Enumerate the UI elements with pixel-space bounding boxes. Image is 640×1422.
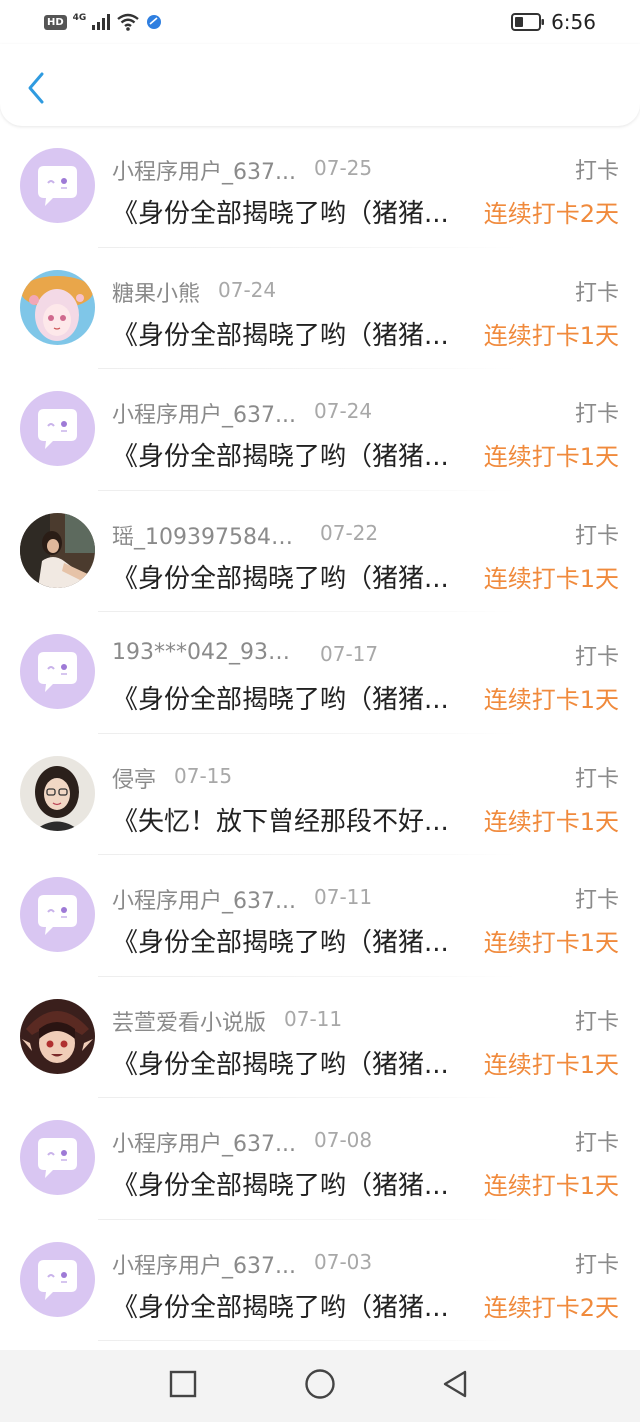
home-button[interactable]: [302, 1368, 338, 1404]
user-name[interactable]: 小程序用户_637...: [112, 1248, 296, 1280]
recent-apps-icon: [169, 1370, 197, 1402]
app-screen: HD 4G 6:56 小程序用户_637... 07-25 打卡 《身份全部揭晓…: [0, 0, 640, 1422]
checkin-date: 07-17: [320, 642, 379, 666]
book-title[interactable]: 《身份全部揭晓了哟（猪猪...: [112, 922, 464, 959]
checkin-date: 07-22: [320, 520, 379, 545]
checkin-date: 07-11: [314, 885, 373, 909]
status-right: 6:56: [511, 10, 596, 34]
hd-badge: HD: [44, 14, 67, 30]
checkin-record-row[interactable]: 小程序用户_637... 07-03 打卡《身份全部揭晓了哟（猪猪... 连续打卡2天: [0, 1220, 640, 1341]
book-title[interactable]: 《身份全部揭晓了哟（猪猪...: [112, 1165, 464, 1202]
system-nav-bar: [0, 1350, 640, 1422]
back-triangle-icon: [440, 1369, 470, 1403]
book-title[interactable]: 《身份全部揭晓了哟（猪猪...: [112, 679, 464, 716]
user-name[interactable]: 芸萱爱看小说版: [112, 1005, 266, 1037]
user-name[interactable]: 糖果小熊: [112, 276, 200, 308]
record-type-label: 打卡: [574, 523, 619, 549]
user-name[interactable]: 小程序用户_637...: [112, 154, 296, 186]
book-title[interactable]: 《身份全部揭晓了哟（猪猪...: [112, 1287, 464, 1324]
status-left: HD 4G: [44, 13, 162, 31]
recent-apps-button[interactable]: [165, 1368, 201, 1404]
streak-badge: 连续打卡1天: [483, 1172, 619, 1200]
book-title[interactable]: 《身份全部揭晓了哟（猪猪...: [112, 193, 464, 230]
checkin-record-row[interactable]: 芸萱爱看小说版 07-11 打卡《身份全部揭晓了哟（猪猪... 连续打卡1天: [0, 977, 640, 1098]
checkin-record-row[interactable]: 瑶_1093975848... 07-22 打卡《身份全部揭晓了哟（猪猪... 连续打…: [0, 491, 640, 612]
battery-icon: [511, 13, 545, 31]
record-type-label: 打卡: [574, 888, 619, 913]
user-name[interactable]: 小程序用户_637...: [112, 397, 296, 429]
user-avatar[interactable]: [20, 998, 95, 1074]
checkin-record-row[interactable]: 小程序用户_637... 07-11 打卡《身份全部揭晓了哟（猪猪... 连续打卡1天: [0, 855, 640, 977]
checkin-record-row[interactable]: 侵亭 07-15 打卡《失忆！放下曾经那段不好... 连续打卡1天: [0, 734, 640, 855]
user-avatar[interactable]: [20, 755, 95, 831]
user-name[interactable]: 瑶_1093975848...: [112, 519, 302, 551]
record-type-label: 打卡: [574, 280, 619, 306]
checkin-date: 07-11: [284, 1006, 343, 1031]
checkin-record-row[interactable]: 小程序用户_637... 07-08 打卡《身份全部揭晓了哟（猪猪... 连续打卡1天: [0, 1098, 640, 1220]
network-label: 4G: [72, 13, 87, 23]
checkin-record-row[interactable]: 小程序用户_637... 07-24 打卡《身份全部揭晓了哟（猪猪... 连续打卡1天: [0, 369, 640, 491]
record-type-label: 打卡: [574, 1009, 619, 1035]
checkin-date: 07-08: [314, 1128, 373, 1152]
user-avatar[interactable]: [20, 148, 95, 223]
book-title[interactable]: 《身份全部揭晓了哟（猪猪...: [112, 558, 464, 595]
record-type-label: 打卡: [574, 159, 619, 184]
record-type-label: 打卡: [574, 645, 619, 670]
book-title[interactable]: 《身份全部揭晓了哟（猪猪...: [112, 315, 464, 352]
clock-time: 6:56: [551, 10, 596, 34]
streak-badge: 连续打卡2天: [483, 200, 619, 228]
book-title[interactable]: 《身份全部揭晓了哟（猪猪...: [112, 1044, 464, 1081]
header-bar: [0, 44, 640, 126]
wifi-icon: [116, 13, 140, 31]
signal-icon: [92, 14, 111, 30]
streak-badge: 连续打卡2天: [483, 1293, 619, 1322]
book-title[interactable]: 《失忆！放下曾经那段不好...: [112, 801, 464, 838]
record-type-label: 打卡: [574, 1131, 619, 1156]
row-divider: [98, 1340, 518, 1341]
streak-badge: 连续打卡1天: [483, 443, 619, 471]
user-avatar[interactable]: [20, 634, 95, 709]
user-avatar[interactable]: [20, 269, 95, 345]
streak-badge: 连续打卡1天: [483, 929, 619, 957]
record-type-label: 打卡: [574, 766, 619, 792]
book-title[interactable]: 《身份全部揭晓了哟（猪猪...: [112, 436, 464, 473]
status-bar: HD 4G 6:56: [0, 0, 640, 44]
checkin-date: 07-25: [314, 156, 373, 180]
record-type-label: 打卡: [574, 1252, 619, 1278]
streak-badge: 连续打卡1天: [483, 564, 619, 593]
streak-badge: 连续打卡1天: [483, 1050, 619, 1079]
checkin-date: 07-24: [314, 399, 373, 423]
streak-badge: 连续打卡1天: [483, 321, 619, 350]
checkin-record-row[interactable]: 193***042_930... 07-17 打卡《身份全部揭晓了哟（猪猪... 连续…: [0, 612, 640, 734]
user-avatar[interactable]: [20, 1241, 95, 1317]
app-notification-icon: [146, 14, 162, 30]
streak-badge: 连续打卡1天: [483, 686, 619, 714]
home-icon: [304, 1368, 336, 1404]
user-avatar[interactable]: [20, 512, 95, 588]
chevron-left-icon: [26, 71, 46, 109]
record-type-label: 打卡: [574, 402, 619, 427]
user-name[interactable]: 侵亭: [112, 762, 156, 794]
user-name[interactable]: 小程序用户_637...: [112, 1126, 296, 1158]
checkin-record-list: 小程序用户_637... 07-25 打卡 《身份全部揭晓了哟（猪猪... 连续打卡2天…: [0, 126, 640, 1341]
system-back-button[interactable]: [437, 1368, 473, 1404]
checkin-date: 07-15: [174, 763, 233, 788]
user-avatar[interactable]: [20, 391, 95, 466]
checkin-record-row[interactable]: 糖果小熊 07-24 打卡《身份全部揭晓了哟（猪猪... 连续打卡1天: [0, 248, 640, 369]
user-name[interactable]: 小程序用户_637...: [112, 883, 296, 915]
checkin-date: 07-03: [314, 1249, 373, 1274]
checkin-date: 07-24: [218, 277, 277, 302]
user-name[interactable]: 193***042_930...: [112, 640, 302, 665]
user-avatar[interactable]: [20, 877, 95, 952]
streak-badge: 连续打卡1天: [483, 807, 619, 836]
back-button[interactable]: [18, 70, 54, 110]
checkin-record-row[interactable]: 小程序用户_637... 07-25 打卡《身份全部揭晓了哟（猪猪... 连续打卡2天: [0, 126, 640, 248]
user-avatar[interactable]: [20, 1120, 95, 1195]
